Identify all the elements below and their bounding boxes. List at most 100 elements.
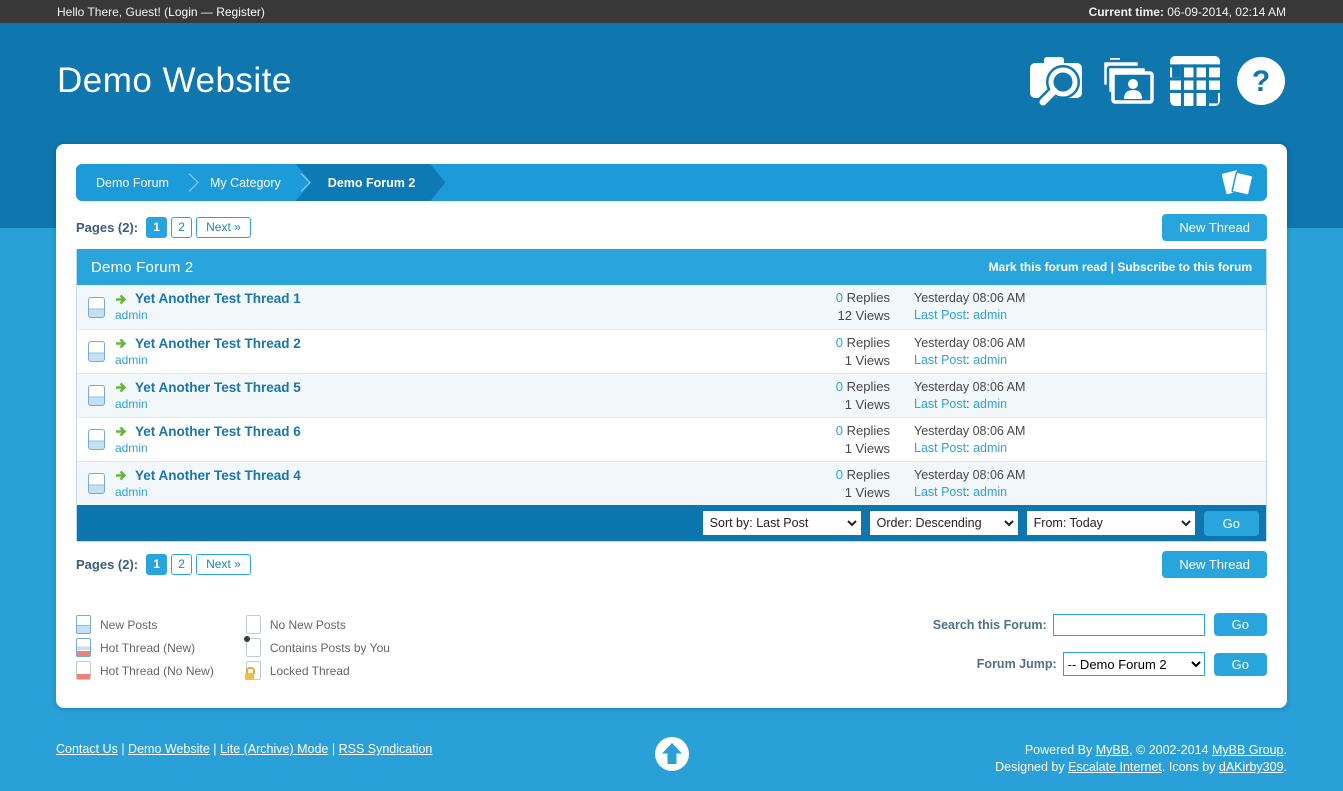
lastpost-link[interactable]: Last Post [914, 397, 966, 411]
thread-stats-cell: 0 Replies 1 Views [770, 378, 890, 414]
next-page-button[interactable]: Next » [196, 216, 251, 238]
new-thread-button[interactable]: New Thread [1162, 550, 1267, 578]
thread-status-cell [77, 385, 115, 406]
from-select[interactable]: From: Today [1026, 511, 1195, 535]
thread-author-link[interactable]: admin [115, 397, 148, 411]
goto-first-unread-icon[interactable] [115, 294, 129, 305]
forum-jump-form: Forum Jump: -- Demo Forum 2 Go [977, 652, 1267, 676]
legend-item: Contains Posts by You [243, 636, 390, 659]
register-link[interactable]: Register [216, 5, 261, 19]
breadcrumb-demo-forum[interactable]: Demo Forum [96, 176, 169, 190]
thread-lastpost-cell: Yesterday 08:06 AM Last Post: admin [890, 335, 1258, 369]
thread-author-link[interactable]: admin [115, 353, 148, 367]
contact-us-link[interactable]: Contact Us [56, 742, 118, 756]
replies-count[interactable]: 0 [836, 423, 843, 438]
footer-divider: | [209, 742, 220, 756]
lastpost-link[interactable]: Last Post [914, 485, 966, 499]
lite-mode-link[interactable]: Lite (Archive) Mode [220, 742, 328, 756]
goto-first-unread-icon[interactable] [115, 426, 129, 437]
goto-first-unread-icon[interactable] [115, 382, 129, 393]
thread-subject-cell: Yet Another Test Thread 6 admin [115, 424, 770, 456]
page-2-button[interactable]: 2 [171, 553, 193, 575]
search-icon[interactable] [1028, 56, 1084, 106]
footer-credits: Powered By MyBB, © 2002-2014 MyBB Group.… [995, 742, 1287, 776]
goto-first-unread-icon[interactable] [115, 470, 129, 481]
current-time-label: Current time: [1088, 4, 1164, 19]
thread-subject-cell: Yet Another Test Thread 1 admin [115, 291, 770, 323]
thread-title-link[interactable]: Yet Another Test Thread 2 [135, 336, 301, 352]
footer-links: Contact Us | Demo Website | Lite (Archiv… [56, 742, 432, 756]
thread-subject-cell: Yet Another Test Thread 2 admin [115, 336, 770, 368]
thread-status-cell [77, 429, 115, 450]
lastpost-author-link[interactable]: admin [973, 308, 1007, 322]
breadcrumb-current-forum[interactable]: Demo Forum 2 [296, 164, 446, 201]
thread-title-link[interactable]: Yet Another Test Thread 1 [135, 291, 301, 307]
replies-label: Replies [843, 466, 890, 482]
sort-by-select[interactable]: Sort by: Last Post [702, 511, 861, 535]
page-2-button[interactable]: 2 [171, 216, 193, 238]
legend-label: New Posts [100, 617, 158, 632]
thread-author-link[interactable]: admin [115, 441, 148, 455]
search-forum-form: Search this Forum: Go [933, 613, 1267, 636]
next-page-button[interactable]: Next » [196, 553, 251, 575]
mybb-group-link[interactable]: MyBB Group [1212, 743, 1284, 757]
new-thread-button[interactable]: New Thread [1162, 213, 1267, 241]
replies-count[interactable]: 0 [836, 467, 843, 482]
thread-title-link[interactable]: Yet Another Test Thread 4 [135, 468, 301, 484]
demo-website-link[interactable]: Demo Website [128, 742, 210, 756]
sort-toolbar: Sort by: Last Post Order: Descending Fro… [77, 505, 1266, 541]
svg-text:?: ? [1252, 65, 1270, 98]
thread-title-link[interactable]: Yet Another Test Thread 5 [135, 380, 301, 396]
lastpost-link[interactable]: Last Post [914, 441, 966, 455]
site-logo-link[interactable]: Demo Website [57, 61, 292, 101]
replies-count[interactable]: 0 [836, 379, 843, 394]
thread-row: Yet Another Test Thread 6 admin 0 Replie… [77, 417, 1266, 461]
breadcrumb-my-category[interactable]: My Category [210, 176, 281, 190]
lastpost-author-link[interactable]: admin [973, 485, 1007, 499]
order-select[interactable]: Order: Descending [869, 511, 1018, 535]
up-arrow-icon[interactable] [654, 736, 690, 772]
page-1-button[interactable]: 1 [146, 553, 168, 575]
lastpost-author-link[interactable]: admin [973, 441, 1007, 455]
lastpost-date: Yesterday 08:06 AM [914, 291, 1026, 305]
lastpost-date: Yesterday 08:06 AM [914, 467, 1026, 482]
sort-go-button[interactable]: Go [1203, 510, 1259, 536]
lastpost-author-link[interactable]: admin [973, 353, 1007, 367]
dakirby309-link[interactable]: dAKirby309 [1219, 760, 1284, 774]
jump-go-button[interactable]: Go [1213, 652, 1267, 676]
page-1-button[interactable]: 1 [146, 216, 168, 238]
goto-first-unread-icon[interactable] [115, 338, 129, 349]
current-time: Current time: 06-09-2014, 02:14 AM [1089, 5, 1286, 19]
thread-title-link[interactable]: Yet Another Test Thread 6 [135, 424, 301, 440]
views-label: Views [851, 440, 890, 456]
search-go-button[interactable]: Go [1213, 613, 1267, 636]
memberlist-icon[interactable] [1100, 56, 1154, 106]
thread-row: Yet Another Test Thread 1 admin 0 Replie… [77, 285, 1266, 329]
legend-item: Locked Thread [244, 659, 390, 682]
mark-forum-read-link[interactable]: Mark this forum read [989, 260, 1108, 274]
replies-count[interactable]: 0 [836, 290, 843, 305]
subscribe-forum-link[interactable]: Subscribe to this forum [1117, 260, 1252, 274]
calendar-icon[interactable] [1170, 56, 1220, 106]
search-forum-input[interactable] [1052, 613, 1205, 636]
thread-stats-cell: 0 Replies 12 Views [770, 289, 890, 325]
login-link[interactable]: Login [168, 5, 197, 19]
lastpost-author-link[interactable]: admin [973, 397, 1007, 411]
lastpost-link[interactable]: Last Post [914, 308, 966, 322]
mybb-link[interactable]: MyBB [1096, 743, 1129, 757]
lastpost-link[interactable]: Last Post [914, 353, 966, 367]
content-panel: Demo Forum My Category Demo Forum 2 Page… [56, 144, 1287, 708]
replies-label: Replies [843, 378, 890, 394]
replies-count[interactable]: 0 [836, 335, 843, 350]
help-icon[interactable]: ? [1236, 56, 1286, 106]
rss-syndication-link[interactable]: RSS Syndication [339, 742, 433, 756]
new-posts-icon [87, 296, 105, 318]
thread-author-link[interactable]: admin [115, 308, 148, 322]
thread-legend: New Posts Hot Thread (New) Hot Thread (N… [76, 613, 390, 682]
thread-author-link[interactable]: admin [115, 485, 148, 499]
contains-posts-icon [243, 636, 261, 657]
escalate-internet-link[interactable]: Escalate Internet [1068, 760, 1162, 774]
forum-jump-select[interactable]: -- Demo Forum 2 [1062, 652, 1205, 676]
thread-list-table: Demo Forum 2 Mark this forum read | Subs… [76, 249, 1267, 542]
hot-thread-new-icon [76, 638, 91, 657]
